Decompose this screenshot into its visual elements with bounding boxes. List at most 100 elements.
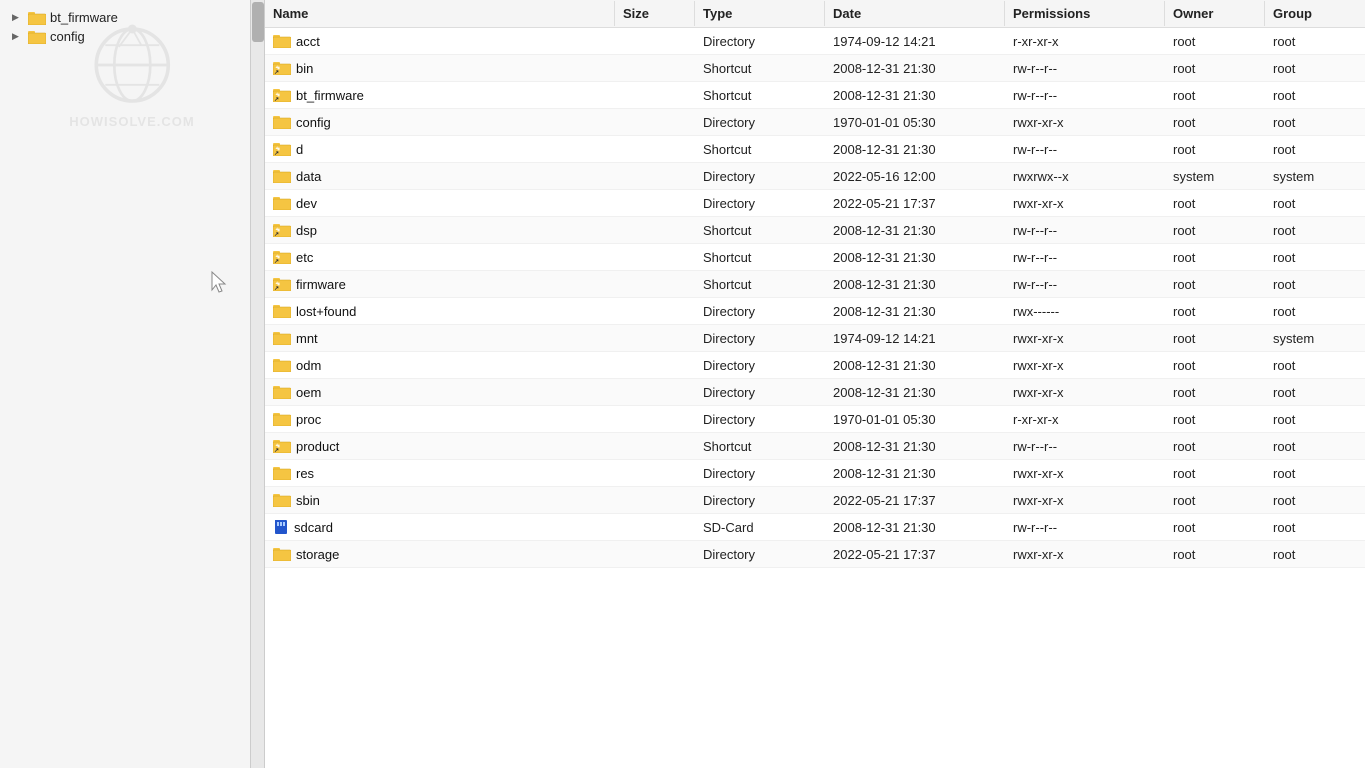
table-row[interactable]: ↗ bt_firmware Shortcut 2008-12-31 21:30 …	[265, 82, 1365, 109]
file-owner: root	[1165, 193, 1265, 214]
file-name: odm	[296, 358, 321, 373]
shortcut-icon: ↗	[273, 61, 291, 75]
table-row[interactable]: proc Directory 1970-01-01 05:30 r-xr-xr-…	[265, 406, 1365, 433]
file-name-cell: sdcard	[265, 517, 615, 538]
table-row[interactable]: res Directory 2008-12-31 21:30 rwxr-xr-x…	[265, 460, 1365, 487]
col-header-owner[interactable]: Owner	[1165, 1, 1265, 26]
sidebar-scrollbar-thumb[interactable]	[252, 2, 264, 42]
file-size	[615, 389, 695, 395]
file-owner: system	[1165, 166, 1265, 187]
table-row[interactable]: ↗ dsp Shortcut 2008-12-31 21:30 rw-r--r-…	[265, 217, 1365, 244]
file-permissions: rw-r--r--	[1005, 139, 1165, 160]
table-row[interactable]: config Directory 1970-01-01 05:30 rwxr-x…	[265, 109, 1365, 136]
file-permissions: rwxr-xr-x	[1005, 382, 1165, 403]
folder-icon	[273, 466, 291, 480]
shortcut-icon: ↗	[273, 88, 291, 102]
file-date: 1974-09-12 14:21	[825, 31, 1005, 52]
file-size	[615, 281, 695, 287]
file-name-cell: lost+found	[265, 301, 615, 322]
table-row[interactable]: ↗ product Shortcut 2008-12-31 21:30 rw-r…	[265, 433, 1365, 460]
svg-text:↗: ↗	[274, 259, 279, 264]
file-type: Directory	[695, 382, 825, 403]
svg-text:↗: ↗	[274, 448, 279, 453]
table-row[interactable]: ↗ d Shortcut 2008-12-31 21:30 rw-r--r-- …	[265, 136, 1365, 163]
table-row[interactable]: sbin Directory 2022-05-21 17:37 rwxr-xr-…	[265, 487, 1365, 514]
folder-icon	[273, 331, 291, 345]
col-header-group[interactable]: Group	[1265, 1, 1365, 26]
file-owner: root	[1165, 517, 1265, 538]
svg-text:↗: ↗	[274, 70, 279, 75]
table-row[interactable]: data Directory 2022-05-16 12:00 rwxrwx--…	[265, 163, 1365, 190]
file-date: 2022-05-16 12:00	[825, 166, 1005, 187]
file-type: Directory	[695, 166, 825, 187]
file-type: Shortcut	[695, 85, 825, 106]
file-type: Shortcut	[695, 220, 825, 241]
file-group: root	[1265, 409, 1365, 430]
folder-icon	[273, 196, 291, 210]
file-type: Shortcut	[695, 274, 825, 295]
col-header-permissions[interactable]: Permissions	[1005, 1, 1165, 26]
file-name-cell: ↗ dsp	[265, 220, 615, 241]
col-header-size[interactable]: Size	[615, 1, 695, 26]
file-name-cell: acct	[265, 31, 615, 52]
file-type: Directory	[695, 463, 825, 484]
table-row[interactable]: odm Directory 2008-12-31 21:30 rwxr-xr-x…	[265, 352, 1365, 379]
file-size	[615, 119, 695, 125]
file-size	[615, 173, 695, 179]
file-name-cell: ↗ bin	[265, 58, 615, 79]
sdcard-icon	[273, 520, 289, 534]
file-date: 1974-09-12 14:21	[825, 328, 1005, 349]
folder-icon	[273, 547, 291, 561]
file-size	[615, 470, 695, 476]
table-row[interactable]: ↗ bin Shortcut 2008-12-31 21:30 rw-r--r-…	[265, 55, 1365, 82]
file-type: Directory	[695, 490, 825, 511]
table-header: Name Size Type Date Permissions Owner Gr…	[265, 0, 1365, 28]
table-row[interactable]: ↗ firmware Shortcut 2008-12-31 21:30 rw-…	[265, 271, 1365, 298]
file-group: root	[1265, 544, 1365, 565]
file-permissions: rw-r--r--	[1005, 85, 1165, 106]
file-name: d	[296, 142, 303, 157]
file-name: acct	[296, 34, 320, 49]
col-header-type[interactable]: Type	[695, 1, 825, 26]
file-type: Directory	[695, 355, 825, 376]
file-owner: root	[1165, 85, 1265, 106]
file-permissions: rw-r--r--	[1005, 247, 1165, 268]
table-row[interactable]: sdcard SD-Card 2008-12-31 21:30 rw-r--r-…	[265, 514, 1365, 541]
file-owner: root	[1165, 490, 1265, 511]
table-row[interactable]: oem Directory 2008-12-31 21:30 rwxr-xr-x…	[265, 379, 1365, 406]
file-permissions: rwxr-xr-x	[1005, 490, 1165, 511]
table-row[interactable]: dev Directory 2022-05-21 17:37 rwxr-xr-x…	[265, 190, 1365, 217]
file-permissions: rw-r--r--	[1005, 274, 1165, 295]
file-name-cell: storage	[265, 544, 615, 565]
file-type: Directory	[695, 544, 825, 565]
file-type: Shortcut	[695, 436, 825, 457]
file-list: acct Directory 1974-09-12 14:21 r-xr-xr-…	[265, 28, 1365, 768]
col-header-date[interactable]: Date	[825, 1, 1005, 26]
file-permissions: rwxr-xr-x	[1005, 355, 1165, 376]
folder-icon	[28, 11, 46, 25]
table-row[interactable]: mnt Directory 1974-09-12 14:21 rwxr-xr-x…	[265, 325, 1365, 352]
table-row[interactable]: storage Directory 2022-05-21 17:37 rwxr-…	[265, 541, 1365, 568]
main-content: Name Size Type Date Permissions Owner Gr…	[265, 0, 1365, 768]
table-row[interactable]: ↗ etc Shortcut 2008-12-31 21:30 rw-r--r-…	[265, 244, 1365, 271]
file-size	[615, 335, 695, 341]
brand-label: HOWISOLVE.COM	[69, 114, 194, 129]
file-owner: root	[1165, 409, 1265, 430]
table-row[interactable]: acct Directory 1974-09-12 14:21 r-xr-xr-…	[265, 28, 1365, 55]
file-owner: root	[1165, 436, 1265, 457]
file-size	[615, 524, 695, 530]
file-permissions: rw-r--r--	[1005, 436, 1165, 457]
file-group: system	[1265, 166, 1365, 187]
sidebar-scrollbar[interactable]	[250, 0, 264, 768]
file-date: 1970-01-01 05:30	[825, 409, 1005, 430]
file-date: 2008-12-31 21:30	[825, 382, 1005, 403]
file-owner: root	[1165, 301, 1265, 322]
file-name-cell: ↗ firmware	[265, 274, 615, 295]
table-row[interactable]: lost+found Directory 2008-12-31 21:30 rw…	[265, 298, 1365, 325]
file-name: sbin	[296, 493, 320, 508]
file-group: root	[1265, 463, 1365, 484]
file-group: root	[1265, 355, 1365, 376]
col-header-name[interactable]: Name	[265, 1, 615, 26]
file-type: Directory	[695, 31, 825, 52]
svg-text:↗: ↗	[274, 97, 279, 102]
